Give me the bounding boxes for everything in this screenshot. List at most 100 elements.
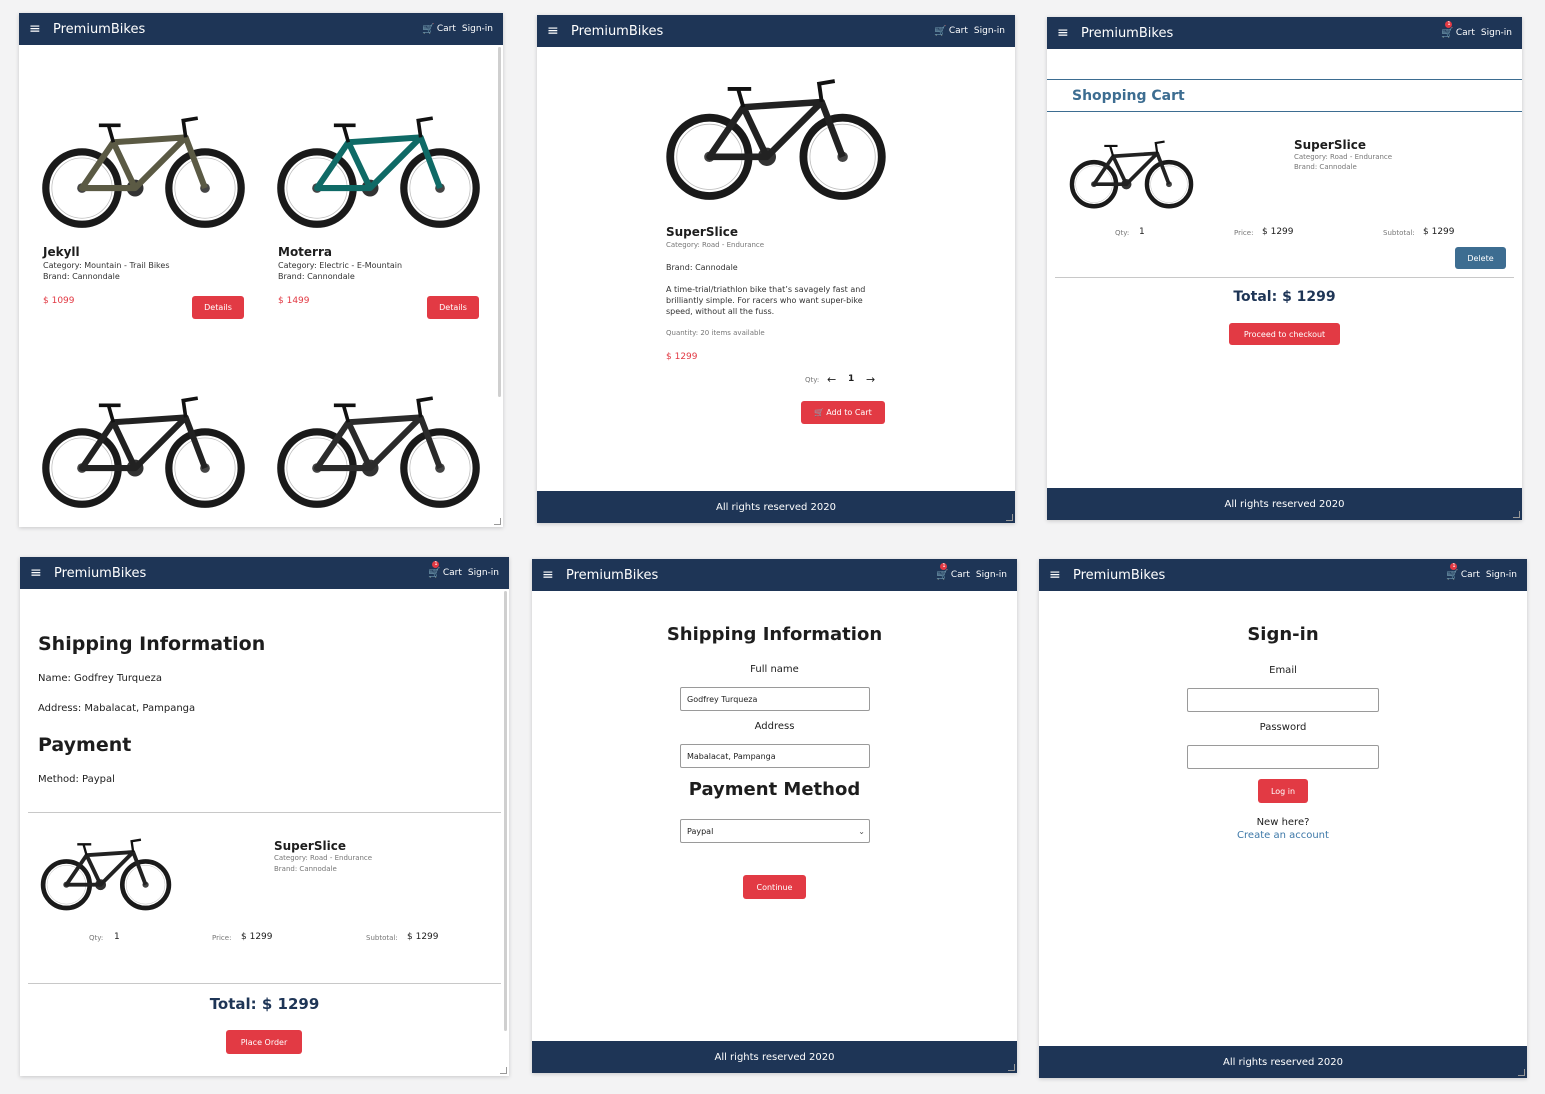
- resize-handle[interactable]: [1518, 1069, 1525, 1076]
- cart-item-name: SuperSlice: [1294, 138, 1366, 152]
- hamburger-menu-icon[interactable]: ≡: [1049, 568, 1067, 582]
- scrollbar[interactable]: [504, 591, 507, 1031]
- email-field[interactable]: [1187, 688, 1379, 712]
- product-price: $ 1499: [278, 296, 310, 306]
- email-label: Email: [1269, 665, 1297, 676]
- resize-handle[interactable]: [494, 518, 501, 525]
- hamburger-menu-icon[interactable]: ≡: [30, 566, 48, 580]
- product-price: $ 1099: [43, 296, 75, 306]
- price-label: Price:: [212, 934, 232, 942]
- product-category: Category: Mountain - Trail Bikes: [43, 261, 170, 270]
- qty-decrease-button[interactable]: ←: [827, 373, 836, 386]
- shopping-cart-icon: 🛒: [1446, 569, 1459, 581]
- product-brand: Brand: Cannodale: [666, 263, 738, 272]
- cart-label: Cart: [1460, 570, 1480, 580]
- scrollbar[interactable]: [498, 47, 501, 397]
- cart-item-brand: Brand: Cannodale: [1294, 163, 1357, 171]
- product-image[interactable]: [41, 113, 246, 233]
- shipping-info-heading: Shipping Information: [38, 633, 266, 655]
- qty-value: 1: [848, 374, 855, 384]
- continue-button[interactable]: Continue: [743, 875, 806, 899]
- top-navbar: ≡ PremiumBikes 1 🛒 Cart Sign-in: [20, 557, 509, 589]
- footer: All rights reserved 2020: [532, 1041, 1017, 1073]
- details-button[interactable]: Details: [192, 296, 244, 319]
- hamburger-menu-icon[interactable]: ≡: [29, 22, 47, 36]
- cart-label: Cart: [442, 568, 462, 578]
- add-to-cart-label: Add to Cart: [826, 408, 872, 417]
- add-to-cart-button[interactable]: 🛒 Add to Cart: [801, 401, 885, 424]
- divider: [28, 983, 501, 984]
- cart-link[interactable]: 1 🛒 Cart: [1446, 562, 1480, 581]
- hamburger-menu-icon[interactable]: ≡: [1057, 26, 1075, 40]
- signin-link[interactable]: Sign-in: [462, 24, 493, 34]
- payment-heading: Payment: [38, 734, 132, 756]
- brand-logo[interactable]: PremiumBikes: [1081, 26, 1173, 41]
- order-item-name: SuperSlice: [274, 839, 346, 853]
- signin-link[interactable]: Sign-in: [976, 570, 1007, 580]
- product-image[interactable]: [41, 393, 246, 513]
- product-name: SuperSlice: [666, 225, 738, 239]
- price-label: Price:: [1234, 229, 1254, 237]
- product-description: A time-trial/triathlon bike that’s savag…: [666, 285, 866, 316]
- cart-total: Total: $ 1299: [1233, 289, 1336, 305]
- resize-handle[interactable]: [1006, 514, 1013, 521]
- fullname-input[interactable]: Godfrey Turqueza: [680, 687, 870, 711]
- qty-label: Qty:: [89, 934, 104, 942]
- top-navbar: ≡ PremiumBikes 1 🛒 Cart Sign-in: [1047, 17, 1522, 49]
- product-image[interactable]: [276, 393, 481, 513]
- resize-handle[interactable]: [1513, 511, 1520, 518]
- cart-link[interactable]: 1 🛒 Cart: [936, 562, 970, 581]
- order-review-panel: ≡ PremiumBikes 1 🛒 Cart Sign-in Shipping…: [20, 557, 509, 1076]
- place-order-button[interactable]: Place Order: [226, 1030, 302, 1054]
- product-brand: Brand: Cannondale: [43, 272, 120, 281]
- cart-link[interactable]: 🛒 Cart: [934, 26, 967, 37]
- hamburger-menu-icon[interactable]: ≡: [547, 24, 565, 38]
- order-item-brand: Brand: Cannodale: [274, 865, 337, 873]
- brand-logo[interactable]: PremiumBikes: [1073, 568, 1165, 583]
- cart-item-category: Category: Road - Endurance: [1294, 153, 1393, 161]
- signin-heading: Sign-in: [1247, 624, 1319, 645]
- qty-label: Qty:: [805, 376, 820, 384]
- brand-logo[interactable]: PremiumBikes: [571, 24, 663, 39]
- brand-logo[interactable]: PremiumBikes: [566, 568, 658, 583]
- cart-count-badge: 1: [1450, 562, 1458, 570]
- details-button[interactable]: Details: [427, 296, 479, 319]
- chevron-down-icon: ⌄: [858, 826, 865, 836]
- cart-count-badge: 1: [432, 560, 440, 568]
- product-name[interactable]: Jekyll: [43, 245, 80, 259]
- cart-label: Cart: [436, 24, 456, 34]
- subtotal-label: Subtotal:: [366, 934, 398, 942]
- cart-label: Cart: [1455, 28, 1475, 38]
- cart-link[interactable]: 🛒 Cart: [422, 24, 455, 35]
- payment-method-select[interactable]: Paypal ⌄: [680, 819, 870, 843]
- top-navbar: ≡ PremiumBikes 🛒 Cart Sign-in: [537, 15, 1015, 47]
- proceed-to-checkout-button[interactable]: Proceed to checkout: [1229, 323, 1340, 345]
- create-account-link[interactable]: Create an account: [1039, 830, 1527, 841]
- resize-handle[interactable]: [1008, 1064, 1015, 1071]
- shipping-form-heading: Shipping Information: [666, 624, 883, 645]
- hamburger-menu-icon[interactable]: ≡: [542, 568, 560, 582]
- brand-logo[interactable]: PremiumBikes: [53, 22, 145, 37]
- signin-link[interactable]: Sign-in: [1481, 28, 1512, 38]
- shopping-cart-icon: 🛒: [1441, 27, 1454, 39]
- resize-handle[interactable]: [500, 1067, 507, 1074]
- cart-link[interactable]: 1 🛒 Cart: [428, 560, 462, 579]
- top-navbar: ≡ PremiumBikes 1 🛒 Cart Sign-in: [532, 559, 1017, 591]
- signin-link[interactable]: Sign-in: [468, 568, 499, 578]
- shopping-cart-icon: 🛒: [814, 408, 825, 417]
- brand-logo[interactable]: PremiumBikes: [54, 566, 146, 581]
- divider: [1055, 277, 1514, 278]
- cart-link[interactable]: 1 🛒 Cart: [1441, 20, 1475, 39]
- delete-button[interactable]: Delete: [1455, 247, 1506, 269]
- product-name[interactable]: Moterra: [278, 245, 332, 259]
- fullname-label: Full name: [750, 664, 799, 675]
- password-field[interactable]: [1187, 745, 1379, 769]
- product-image[interactable]: [276, 113, 481, 233]
- qty-increase-button[interactable]: →: [866, 373, 875, 386]
- order-item-category: Category: Road - Endurance: [274, 854, 373, 862]
- product-image: [1069, 137, 1194, 213]
- login-button[interactable]: Log in: [1258, 779, 1308, 803]
- signin-link[interactable]: Sign-in: [974, 26, 1005, 36]
- signin-link[interactable]: Sign-in: [1486, 570, 1517, 580]
- address-input[interactable]: Mabalacat, Pampanga: [680, 744, 870, 768]
